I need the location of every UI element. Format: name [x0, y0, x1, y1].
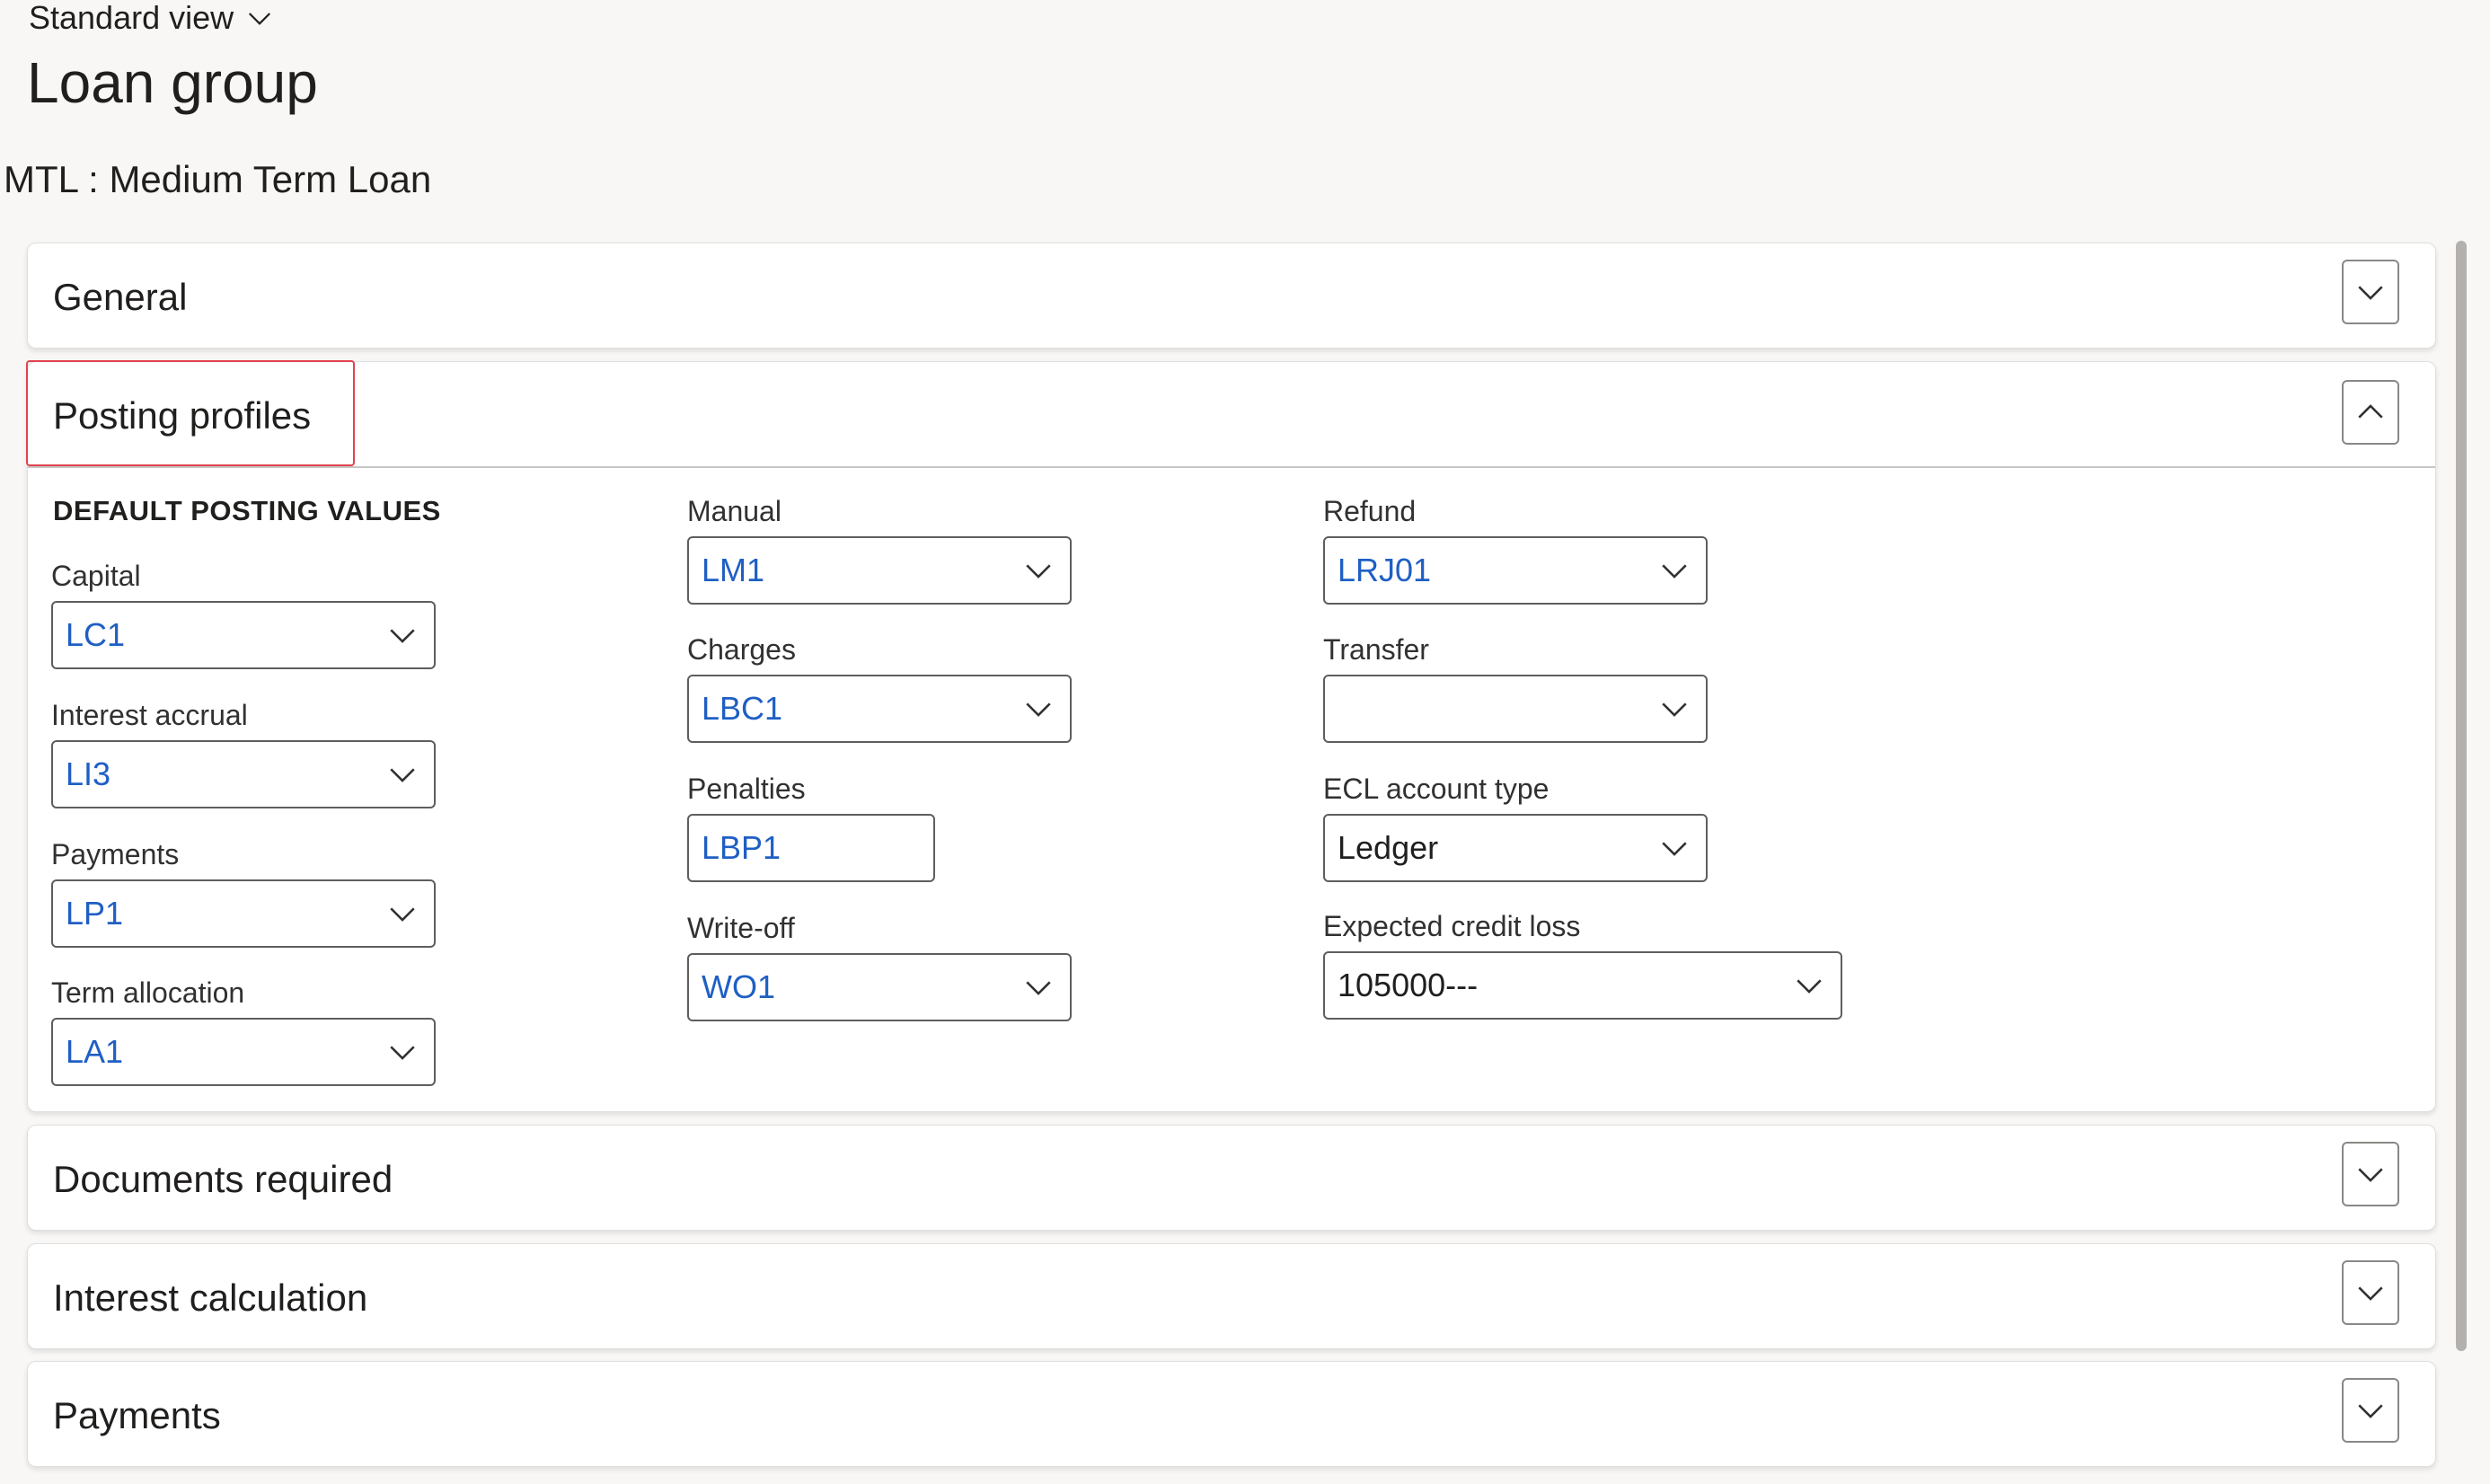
manual-dropdown[interactable]: LM1 — [687, 536, 1072, 605]
expected-credit-loss-dropdown[interactable]: 105000--- — [1323, 951, 1842, 1020]
fasttab-documents-required-title[interactable]: Documents required — [53, 1153, 393, 1206]
manual-label: Manual — [687, 495, 781, 527]
charges-label: Charges — [687, 633, 796, 666]
charges-value: LBC1 — [702, 690, 783, 727]
chevron-up-icon — [2358, 404, 2383, 419]
chevron-down-icon — [1797, 979, 1822, 994]
charges-dropdown[interactable]: LBC1 — [687, 675, 1072, 743]
chevron-down-icon — [390, 629, 415, 643]
interest-accrual-dropdown[interactable]: LI3 — [51, 740, 436, 808]
ecl-account-type-value: Ledger — [1338, 829, 1439, 866]
payments-dropdown[interactable]: LP1 — [51, 879, 436, 948]
payments-value: LP1 — [66, 895, 124, 932]
fasttab-documents-required: Documents required — [27, 1125, 2436, 1231]
chevron-down-icon — [2358, 1168, 2383, 1182]
payments-label: Payments — [51, 838, 180, 870]
fasttab-interest-calculation: Interest calculation — [27, 1243, 2436, 1349]
view-selector-label: Standard view — [29, 0, 234, 36]
term-allocation-dropdown[interactable]: LA1 — [51, 1018, 436, 1086]
chevron-down-icon — [1026, 702, 1051, 717]
chevron-down-icon — [1662, 564, 1687, 579]
chevron-down-icon — [1026, 564, 1051, 579]
expand-interest-calculation-button[interactable] — [2342, 1260, 2399, 1325]
chevron-down-icon — [390, 907, 415, 922]
expected-credit-loss-value: 105000--- — [1338, 967, 1479, 1003]
write-off-label: Write-off — [687, 912, 795, 944]
penalties-value: LBP1 — [702, 829, 781, 866]
view-selector[interactable]: Standard view — [29, 0, 273, 36]
transfer-label: Transfer — [1323, 633, 1429, 666]
interest-accrual-label: Interest accrual — [51, 699, 248, 731]
term-allocation-label: Term allocation — [51, 976, 245, 1009]
chevron-down-icon — [390, 768, 415, 782]
interest-accrual-value: LI3 — [66, 755, 111, 792]
write-off-dropdown[interactable]: WO1 — [687, 953, 1072, 1021]
manual-value: LM1 — [702, 552, 765, 588]
refund-dropdown[interactable]: LRJ01 — [1323, 536, 1708, 605]
penalties-input[interactable]: LBP1 — [687, 814, 935, 882]
ecl-account-type-dropdown[interactable]: Ledger — [1323, 814, 1708, 882]
chevron-down-icon — [2358, 1286, 2383, 1301]
fasttab-general-title[interactable]: General — [53, 270, 187, 324]
chevron-down-icon — [249, 13, 271, 25]
fasttab-general: General — [27, 243, 2436, 349]
chevron-down-icon — [1026, 981, 1051, 995]
capital-label: Capital — [51, 560, 141, 592]
page-title: Loan group — [27, 50, 318, 115]
term-allocation-value: LA1 — [66, 1033, 124, 1070]
expand-payments-button[interactable] — [2342, 1378, 2399, 1443]
capital-value: LC1 — [66, 616, 126, 653]
record-title: MTL : Medium Term Loan — [4, 158, 432, 200]
chevron-down-icon — [1662, 842, 1687, 856]
section-divider — [28, 466, 2435, 468]
refund-label: Refund — [1323, 495, 1417, 527]
collapse-posting-profiles-button[interactable] — [2342, 380, 2399, 445]
penalties-label: Penalties — [687, 773, 806, 805]
fasttab-posting-profiles-title[interactable]: Posting profiles — [53, 389, 311, 443]
default-posting-values-heading: DEFAULT POSTING VALUES — [53, 495, 441, 526]
write-off-value: WO1 — [702, 968, 776, 1005]
chevron-down-icon — [2358, 1404, 2383, 1418]
chevron-down-icon — [1662, 702, 1687, 717]
fasttab-posting-profiles: Posting profiles DEFAULT POSTING VALUES … — [26, 360, 2436, 1112]
refund-value: LRJ01 — [1338, 552, 1432, 588]
transfer-dropdown[interactable] — [1323, 675, 1708, 743]
scrollbar-thumb[interactable] — [2456, 241, 2467, 1351]
ecl-account-type-label: ECL account type — [1323, 773, 1550, 805]
chevron-down-icon — [2358, 286, 2383, 300]
fasttab-interest-calculation-title[interactable]: Interest calculation — [53, 1271, 367, 1325]
capital-dropdown[interactable]: LC1 — [51, 601, 436, 669]
chevron-down-icon — [390, 1046, 415, 1060]
fasttab-payments-title[interactable]: Payments — [53, 1389, 221, 1443]
expand-general-button[interactable] — [2342, 260, 2399, 324]
fasttab-payments: Payments — [27, 1361, 2436, 1467]
expected-credit-loss-label: Expected credit loss — [1323, 910, 1581, 942]
expand-documents-required-button[interactable] — [2342, 1142, 2399, 1206]
